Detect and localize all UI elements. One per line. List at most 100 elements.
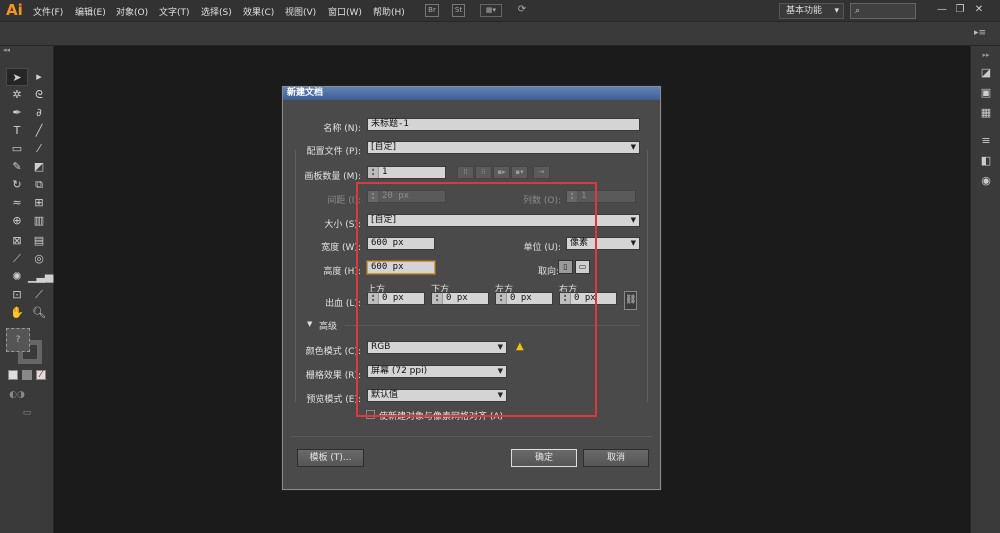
gradient-mode-swatch[interactable] bbox=[22, 370, 32, 380]
frame-line bbox=[647, 150, 648, 402]
width-label: 宽度 (W): bbox=[321, 243, 361, 253]
bridge-icon[interactable]: Br bbox=[425, 4, 439, 17]
menu-view[interactable]: 视图(V) bbox=[285, 5, 316, 18]
highlight-annotation bbox=[356, 182, 597, 417]
perspective-icon[interactable]: ▥ bbox=[28, 212, 50, 230]
minimize-button[interactable]: — bbox=[935, 3, 949, 16]
selection-icon[interactable]: ➤ bbox=[6, 68, 28, 86]
screen-mode-icon[interactable]: ▭ bbox=[16, 404, 38, 422]
hand-icon[interactable]: ✋ bbox=[6, 304, 28, 322]
direct-selection-icon[interactable]: ▸ bbox=[28, 68, 50, 86]
menu-edit[interactable]: 编辑(E) bbox=[75, 5, 106, 18]
control-panel-menu-icon[interactable]: ▸≡ bbox=[974, 28, 986, 38]
menu-window[interactable]: 窗口(W) bbox=[328, 5, 362, 18]
pencil-icon[interactable]: ✎ bbox=[6, 158, 28, 176]
paintbrush-icon[interactable]: ⁄ bbox=[28, 140, 50, 158]
panel-dock: ▸▸ ◪ ▣ ▦ ≡ ◧ ◉ bbox=[970, 46, 1000, 533]
artboard-icon[interactable]: ⊡ bbox=[6, 286, 28, 304]
stroke-panel-icon[interactable]: ≡ bbox=[979, 134, 993, 148]
pen-icon[interactable]: ✒ bbox=[6, 104, 28, 122]
color-mode-swatch[interactable] bbox=[8, 370, 18, 380]
control-bar: ▸≡ bbox=[0, 22, 1000, 46]
arrange-grid-by-column-icon[interactable]: ⁝⁝ bbox=[475, 166, 492, 179]
arrange-by-row-icon[interactable]: ▪▸ bbox=[493, 166, 510, 179]
graph-icon[interactable]: ▁▃▅ bbox=[28, 268, 53, 286]
panel-expand-icon[interactable]: ▸▸ bbox=[979, 48, 993, 62]
stock-icon[interactable]: St bbox=[452, 4, 465, 17]
fill-stroke-swatches[interactable]: ? bbox=[6, 328, 44, 364]
cancel-button[interactable]: 取消 bbox=[583, 449, 649, 467]
close-button[interactable]: ✕ bbox=[972, 3, 986, 16]
slice-icon[interactable]: ⟋ bbox=[28, 286, 50, 304]
blend-icon[interactable]: ◎ bbox=[28, 250, 50, 268]
arrange-grid-by-row-icon[interactable]: ⁞⁞ bbox=[457, 166, 474, 179]
shape-builder-icon[interactable]: ⊕ bbox=[6, 212, 28, 230]
profile-select[interactable]: [自定] ▼ bbox=[367, 141, 640, 154]
gradient-icon[interactable]: ▤ bbox=[28, 232, 50, 250]
color-panel-icon[interactable]: ◪ bbox=[979, 66, 993, 80]
curvature-icon[interactable]: ∂ bbox=[28, 104, 50, 122]
spacing-label: 间距 (I): bbox=[327, 196, 361, 206]
zoom-icon[interactable]: 🔍︎ bbox=[28, 304, 50, 322]
workspace-label: 基本功能 bbox=[786, 6, 823, 16]
color-mode-label: 颜色模式 (C): bbox=[305, 347, 361, 357]
raster-effects-label: 栅格效果 (R): bbox=[305, 371, 361, 381]
fill-swatch[interactable]: ? bbox=[6, 328, 30, 352]
name-label: 名称 (N): bbox=[323, 124, 361, 134]
swatches-panel-icon[interactable]: ▦ bbox=[979, 106, 993, 120]
panel-grip-icon[interactable]: ◂◂ bbox=[0, 46, 54, 60]
profile-value: [自定] bbox=[371, 142, 397, 152]
search-icon: ⌕ bbox=[855, 6, 861, 16]
transparency-panel-icon[interactable]: ◉ bbox=[979, 174, 993, 188]
menu-help[interactable]: 帮助(H) bbox=[373, 5, 405, 18]
gradient-panel-icon[interactable]: ◧ bbox=[979, 154, 993, 168]
magic-wand-icon[interactable]: ✲ bbox=[6, 86, 28, 104]
link-bleed-icon[interactable]: ⛓ bbox=[624, 291, 637, 310]
artboards-label: 画板数量 (M): bbox=[304, 172, 361, 182]
color-guide-icon[interactable]: ▣ bbox=[979, 86, 993, 100]
eyedropper-icon[interactable]: ⟋ bbox=[6, 250, 28, 268]
mesh-icon[interactable]: ⊠ bbox=[6, 232, 28, 250]
menu-type[interactable]: 文字(T) bbox=[159, 5, 190, 18]
chevron-down-icon: ▼ bbox=[630, 143, 636, 151]
line-icon[interactable]: ╱ bbox=[28, 122, 50, 140]
menu-object[interactable]: 对象(O) bbox=[116, 5, 148, 18]
right-to-left-icon[interactable]: → bbox=[533, 166, 550, 179]
eraser-icon[interactable]: ◩ bbox=[28, 158, 50, 176]
size-label: 大小 (S): bbox=[324, 220, 361, 230]
menu-select[interactable]: 选择(S) bbox=[201, 5, 232, 18]
expand-triangle-icon[interactable]: ▼ bbox=[307, 320, 312, 328]
search-input[interactable]: ⌕ bbox=[850, 3, 916, 19]
arrange-by-column-icon[interactable]: ▪▾ bbox=[511, 166, 528, 179]
arrange-documents-icon[interactable]: ▦▾ bbox=[480, 4, 502, 17]
workspace-switcher[interactable]: 基本功能 ▾ bbox=[779, 3, 844, 19]
scale-icon[interactable]: ⧉ bbox=[28, 176, 50, 194]
name-field[interactable]: 未标题-1 bbox=[367, 118, 640, 131]
menu-bar: Ai 文件(F) 编辑(E) 对象(O) 文字(T) 选择(S) 效果(C) 视… bbox=[0, 0, 1000, 22]
draw-mode-icon[interactable]: ◐◑ bbox=[6, 386, 28, 404]
spinner-icon[interactable]: ▴ ▾ bbox=[368, 167, 379, 178]
type-icon[interactable]: T bbox=[6, 122, 28, 140]
maximize-button[interactable]: ❐ bbox=[953, 3, 967, 16]
bleed-label: 出血 (L): bbox=[325, 299, 361, 309]
free-transform-icon[interactable]: ⊞ bbox=[28, 194, 50, 212]
menu-effect[interactable]: 效果(C) bbox=[243, 5, 274, 18]
chevron-down-icon: ▼ bbox=[630, 216, 636, 224]
rectangle-icon[interactable]: ▭ bbox=[6, 140, 28, 158]
gpu-performance-icon[interactable]: ⟳ bbox=[514, 4, 530, 17]
profile-label: 配置文件 (P): bbox=[306, 147, 361, 157]
menu-file[interactable]: 文件(F) bbox=[33, 5, 63, 18]
app-logo: Ai bbox=[6, 1, 23, 19]
chevron-down-icon: ▼ bbox=[630, 239, 636, 247]
lasso-icon[interactable]: ᘓ bbox=[28, 86, 50, 104]
tools-panel: ◂◂ ➤ ▸ ✲ ᘓ ✒ ∂ T ╱ ▭ ⁄ ✎ ◩ ↻ ⧉ ≈ ⊞ ⊕ ▥ ⊠… bbox=[0, 46, 54, 533]
rotate-icon[interactable]: ↻ bbox=[6, 176, 28, 194]
symbol-sprayer-icon[interactable]: ✺ bbox=[6, 268, 28, 286]
artboards-field[interactable]: ▴ ▾ 1 bbox=[367, 166, 446, 179]
ok-button[interactable]: 确定 bbox=[511, 449, 577, 467]
none-mode-swatch[interactable]: ⁄ bbox=[36, 370, 46, 380]
warp-icon[interactable]: ≈ bbox=[6, 194, 28, 212]
templates-button[interactable]: 模板 (T)... bbox=[297, 449, 364, 467]
preview-mode-label: 预览模式 (E): bbox=[306, 395, 361, 405]
advanced-label[interactable]: 高级 bbox=[319, 319, 337, 332]
